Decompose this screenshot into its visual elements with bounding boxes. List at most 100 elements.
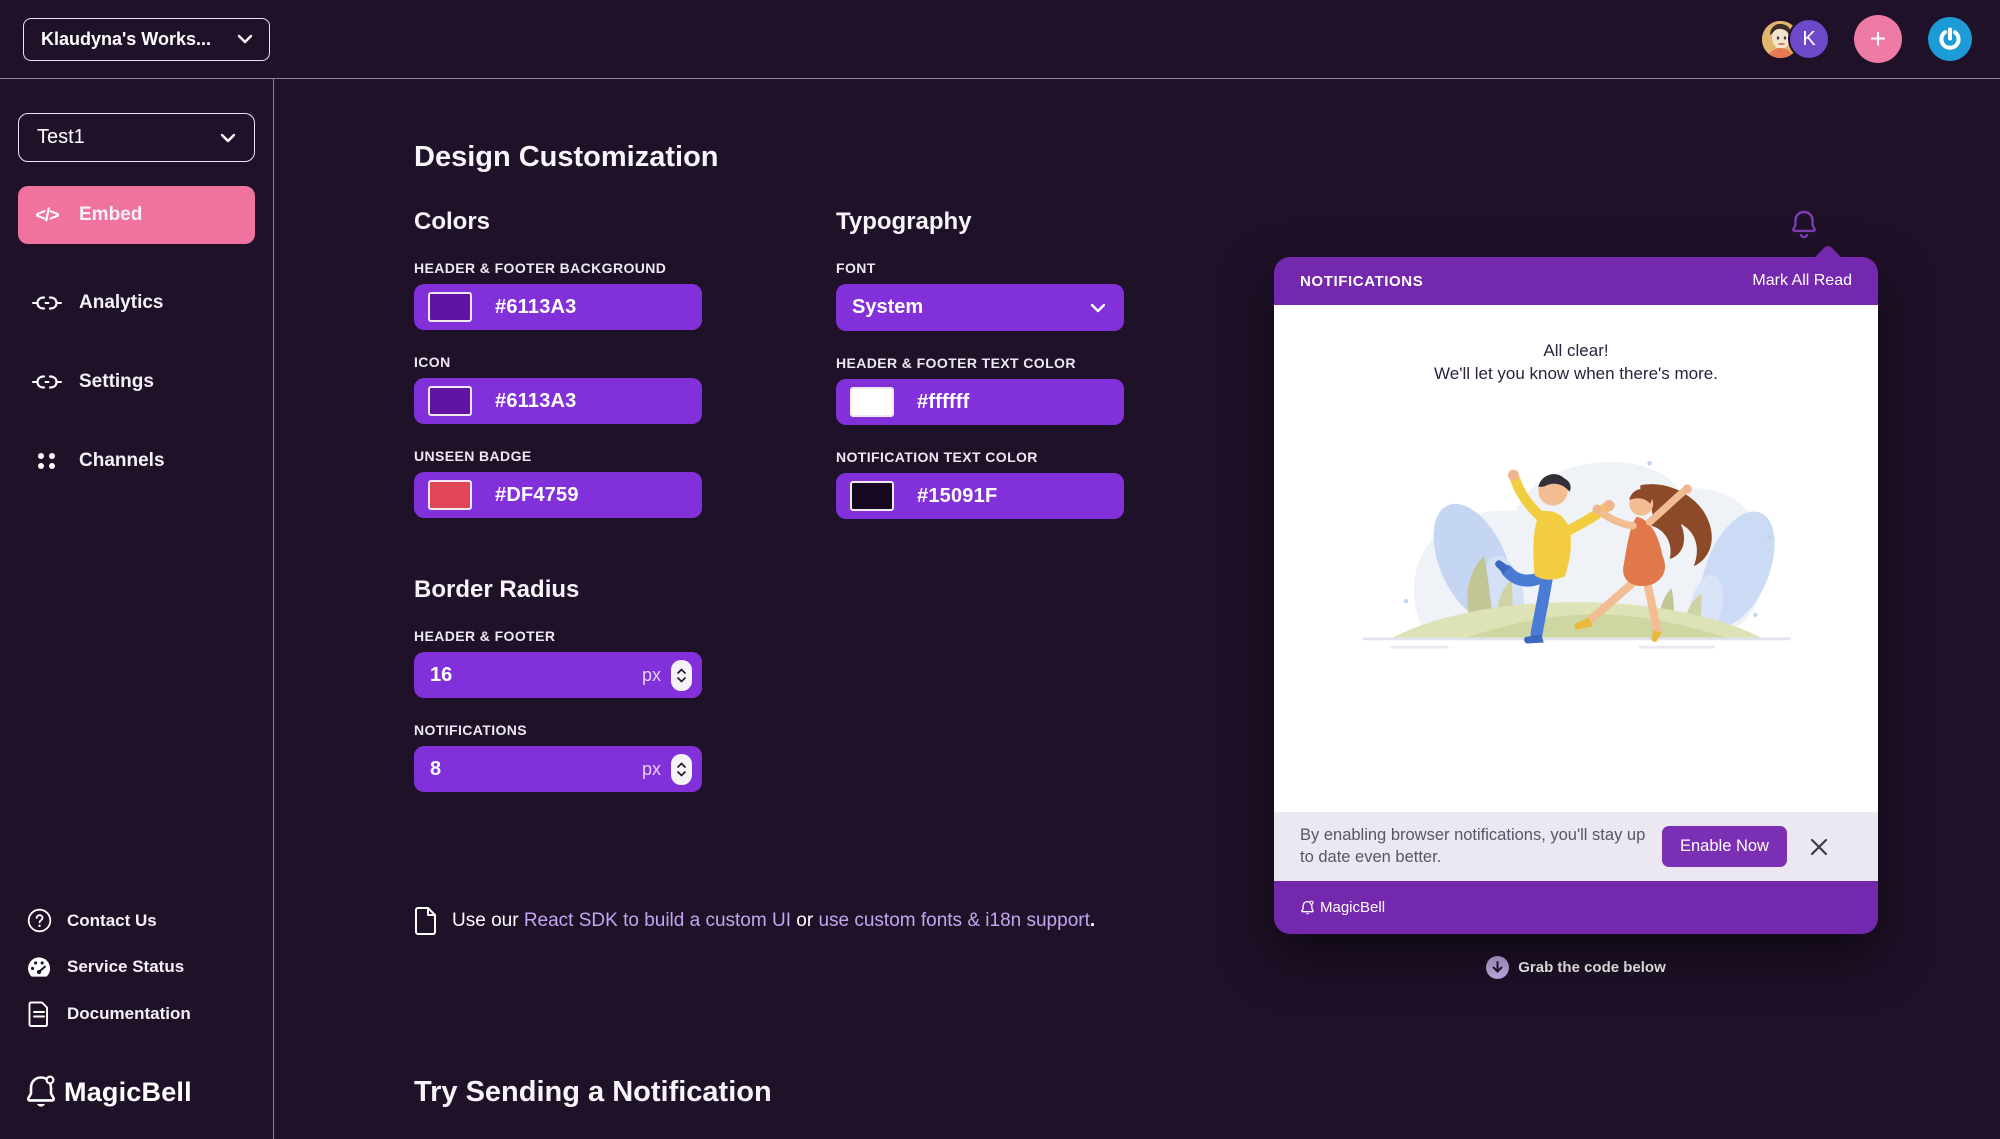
colors-column: Colors HEADER & FOOTER BACKGROUND #6113A… [414, 208, 702, 792]
empty-state-text: All clear! We'll let you know when there… [1434, 339, 1718, 386]
color-swatch[interactable] [428, 386, 472, 416]
try-sending-title: Try Sending a Notification [414, 1076, 2000, 1109]
enable-notifications-bar: By enabling browser notifications, you'l… [1274, 812, 1878, 881]
react-sdk-link[interactable]: React SDK to build a custom UI [524, 910, 791, 931]
custom-fonts-link[interactable]: use custom fonts & i18n support [818, 910, 1089, 931]
field-label: HEADER & FOOTER TEXT COLOR [836, 355, 1124, 371]
header-footer-text-color-field[interactable]: #ffffff [836, 379, 1124, 425]
enable-now-button[interactable]: Enable Now [1662, 826, 1787, 867]
color-value: #ffffff [917, 391, 969, 414]
body-row: Test1 </> Embed Analytics [0, 79, 2000, 1139]
avatar-stack: K [1762, 16, 1828, 62]
add-workspace-button[interactable]: + [1854, 15, 1902, 63]
stepper-down-icon [677, 771, 686, 777]
color-value: #6113A3 [495, 296, 576, 319]
field-label: HEADER & FOOTER BACKGROUND [414, 260, 702, 276]
project-selector-label: Test1 [37, 126, 85, 149]
typography-column: Typography FONT System HEADER & FOOTER T… [836, 208, 1124, 792]
account-menu-button[interactable] [1928, 17, 1972, 61]
workspace-selector-label: Klaudyna's Works... [41, 29, 211, 50]
workspace-avatar[interactable]: K [1788, 18, 1830, 60]
code-icon: </> [32, 205, 62, 226]
workspace-selector[interactable]: Klaudyna's Works... [23, 18, 270, 61]
color-value: #6113A3 [495, 390, 576, 413]
panel-body: All clear! We'll let you know when there… [1274, 305, 1878, 812]
sdk-note-middle: or [791, 910, 818, 931]
connector-icon [32, 374, 62, 390]
border-radius-heading: Border Radius [414, 576, 702, 604]
connector-icon [32, 295, 62, 311]
documentation-link[interactable]: Documentation [26, 1001, 191, 1027]
grab-code-label: Grab the code below [1518, 959, 1666, 976]
field-label: FONT [836, 260, 1124, 276]
grid-dots-icon [32, 453, 62, 469]
panel-header: NOTIFICATIONS Mark All Read [1274, 257, 1878, 305]
header-footer-radius-field[interactable]: 16 px [414, 652, 702, 698]
mark-all-read-button[interactable]: Mark All Read [1752, 272, 1852, 290]
magicbell-logo[interactable]: MagicBell [24, 1073, 192, 1111]
topbar: Klaudyna's Works... [0, 0, 2000, 79]
sdk-note-text: Use our React SDK to build a custom UI o… [452, 910, 1095, 932]
unseen-badge-color-field[interactable]: #DF4759 [414, 472, 702, 518]
field-label: UNSEEN BADGE [414, 448, 702, 464]
enable-notifications-text: By enabling browser notifications, you'l… [1300, 825, 1646, 867]
chevron-down-icon [220, 133, 236, 143]
panel-title: NOTIFICATIONS [1300, 273, 1423, 290]
sidebar-item-analytics[interactable]: Analytics [18, 277, 255, 329]
app-root: Klaudyna's Works... [0, 0, 2000, 1139]
color-swatch[interactable] [850, 387, 894, 417]
sidebar-item-label: Analytics [79, 292, 163, 314]
notification-panel: NOTIFICATIONS Mark All Read All clear! W… [1274, 257, 1878, 934]
powered-by-label[interactable]: MagicBell [1320, 899, 1385, 916]
header-footer-background-field[interactable]: #6113A3 [414, 284, 702, 330]
help-icon [26, 908, 52, 933]
radius-value: 8 [430, 758, 642, 781]
empty-state-title: All clear! [1434, 339, 1718, 362]
sidebar: Test1 </> Embed Analytics [0, 79, 274, 1139]
page-title: Design Customization [414, 141, 2000, 174]
document-icon [26, 1001, 52, 1027]
footer-link-label: Service Status [67, 957, 184, 977]
bell-icon[interactable] [1790, 209, 1818, 246]
grab-code-hint: Grab the code below [1274, 956, 1878, 979]
number-stepper[interactable] [671, 660, 692, 691]
sidebar-item-channels[interactable]: Channels [18, 435, 255, 487]
color-swatch[interactable] [850, 481, 894, 511]
sdk-doc-icon [414, 906, 439, 936]
footer-link-label: Documentation [67, 1004, 191, 1024]
service-status-link[interactable]: Service Status [26, 955, 191, 979]
gauge-icon [26, 955, 52, 979]
chevron-down-icon [1090, 303, 1106, 313]
power-icon [1937, 26, 1963, 52]
notification-text-color-field[interactable]: #15091F [836, 473, 1124, 519]
field-label: NOTIFICATION TEXT COLOR [836, 449, 1124, 465]
project-selector[interactable]: Test1 [18, 113, 255, 162]
sidebar-item-settings[interactable]: Settings [18, 356, 255, 408]
notification-preview: NOTIFICATIONS Mark All Read All clear! W… [1274, 209, 1878, 979]
sdk-note-suffix: . [1090, 910, 1095, 931]
sidebar-item-label: Settings [79, 371, 154, 393]
sdk-note-prefix: Use our [452, 910, 524, 931]
color-swatch[interactable] [428, 480, 472, 510]
sidebar-item-label: Embed [79, 204, 142, 226]
arrow-down-icon [1486, 956, 1509, 979]
sidebar-item-label: Channels [79, 450, 165, 472]
color-swatch[interactable] [428, 292, 472, 322]
colors-heading: Colors [414, 208, 702, 236]
panel-footer: MagicBell [1274, 881, 1878, 934]
sidebar-nav: </> Embed Analytics Settings [18, 186, 255, 514]
sidebar-item-embed[interactable]: </> Embed [18, 186, 255, 244]
stepper-up-icon [677, 762, 686, 768]
icon-color-field[interactable]: #6113A3 [414, 378, 702, 424]
celebration-illustration [1337, 426, 1815, 671]
close-icon[interactable] [1803, 831, 1835, 863]
sidebar-footer: Contact Us Service Status Documentation [26, 908, 191, 1027]
contact-us-link[interactable]: Contact Us [26, 908, 191, 933]
color-value: #DF4759 [495, 484, 579, 507]
number-stepper[interactable] [671, 754, 692, 785]
stepper-down-icon [677, 677, 686, 683]
notifications-radius-field[interactable]: 8 px [414, 746, 702, 792]
font-select[interactable]: System [836, 284, 1124, 331]
empty-state-subtitle: We'll let you know when there's more. [1434, 362, 1718, 385]
typography-heading: Typography [836, 208, 1124, 236]
